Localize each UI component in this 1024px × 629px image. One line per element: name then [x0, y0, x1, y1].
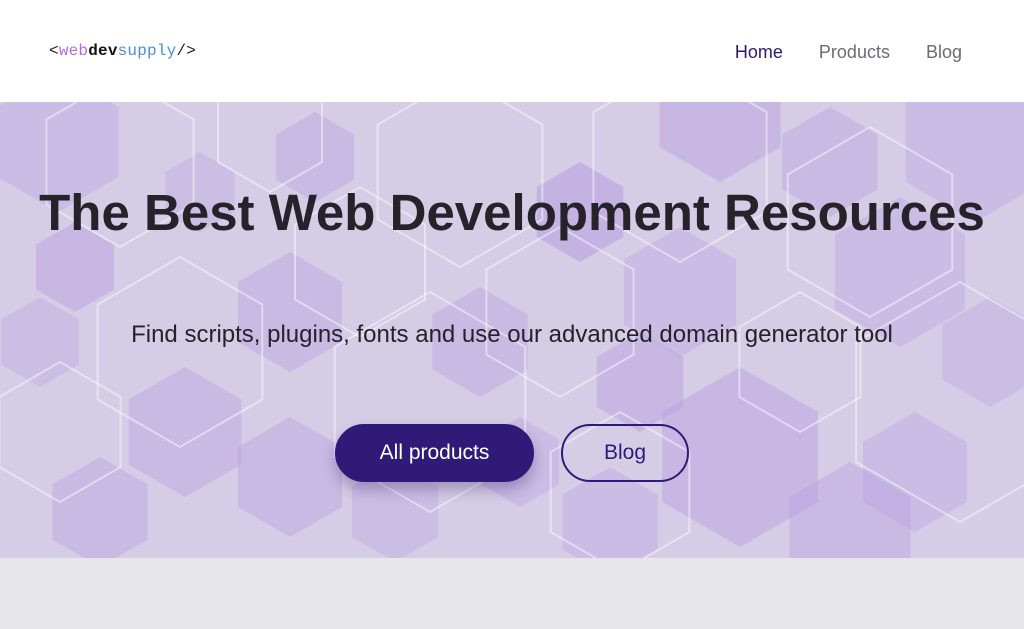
- logo-dev: dev: [88, 42, 118, 60]
- main-nav: Home Products Blog: [735, 40, 962, 63]
- hero-content: The Best Web Development Resources Find …: [0, 102, 1024, 558]
- logo-open: <: [49, 42, 59, 60]
- nav-blog-link[interactable]: Blog: [926, 42, 962, 63]
- blog-button[interactable]: Blog: [561, 424, 689, 482]
- all-products-button[interactable]: All products: [335, 424, 534, 482]
- page-bottom-section: [0, 558, 1024, 629]
- logo-close: />: [176, 42, 197, 60]
- site-logo[interactable]: <webdevsupply/>: [49, 42, 196, 60]
- nav-products-link[interactable]: Products: [819, 42, 890, 63]
- hero-subtitle: Find scripts, plugins, fonts and use our…: [131, 321, 893, 348]
- nav-home-link[interactable]: Home: [735, 42, 783, 63]
- logo-supply: supply: [117, 42, 177, 60]
- hero-section: The Best Web Development Resources Find …: [0, 102, 1024, 558]
- site-header: <webdevsupply/> Home Products Blog: [0, 0, 1024, 102]
- logo-web: web: [58, 42, 89, 60]
- hero-title: The Best Web Development Resources: [39, 184, 985, 241]
